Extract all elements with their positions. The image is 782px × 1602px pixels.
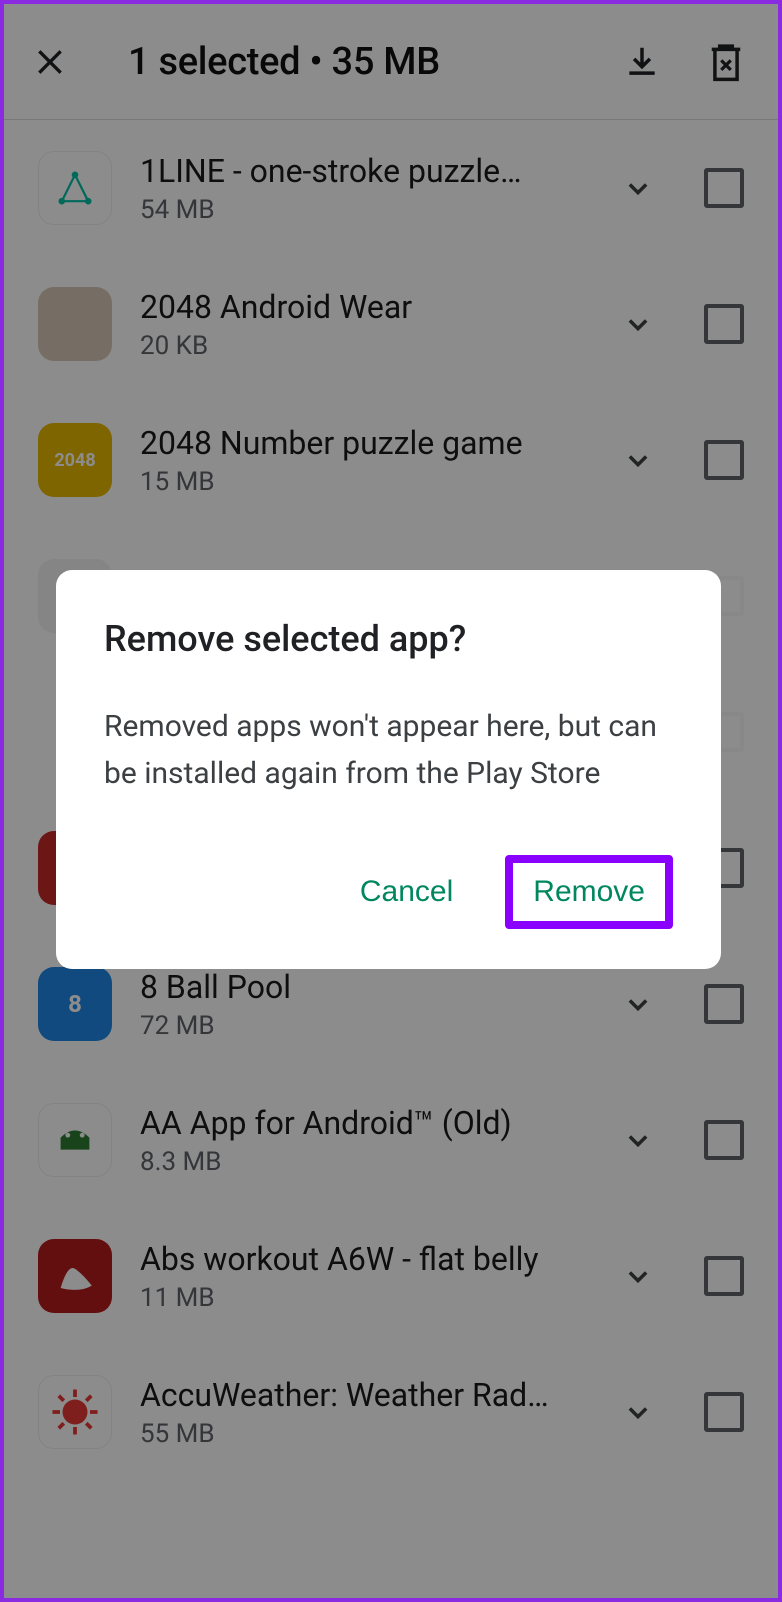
- close-icon: [34, 46, 66, 78]
- trash-remove-icon: [707, 41, 745, 83]
- app-size: 8.3 MB: [140, 1147, 588, 1177]
- download-icon: [623, 43, 661, 81]
- highlight-annotation: Remove: [505, 855, 673, 929]
- app-size: 15 MB: [140, 467, 588, 497]
- app-size: 54 MB: [140, 195, 588, 225]
- app-name: 8 Ball Pool: [140, 968, 588, 1006]
- dialog-title: Remove selected app?: [104, 618, 673, 660]
- list-item[interactable]: 1LINE - one-stroke puzzle… 54 MB: [28, 120, 754, 256]
- expand-toggle[interactable]: [616, 1254, 660, 1298]
- expand-toggle[interactable]: [616, 1118, 660, 1162]
- app-size: 20 KB: [140, 331, 588, 361]
- selection-title: 1 selected • 35 MB: [128, 40, 440, 84]
- chevron-down-icon: [624, 446, 652, 474]
- close-button[interactable]: [32, 44, 68, 80]
- app-icon: [38, 151, 112, 225]
- select-checkbox[interactable]: [704, 1256, 744, 1296]
- expand-toggle[interactable]: [616, 302, 660, 346]
- app-icon: [38, 1239, 112, 1313]
- expand-toggle[interactable]: [616, 1390, 660, 1434]
- app-name: AA App for Android™ (Old): [140, 1104, 588, 1142]
- dialog-message: Removed apps won't appear here, but can …: [104, 704, 673, 797]
- list-item[interactable]: 2048 2048 Number puzzle game 15 MB: [28, 392, 754, 528]
- app-size: 72 MB: [140, 1011, 588, 1041]
- sun-icon: [50, 1387, 100, 1437]
- app-icon: 2048: [38, 423, 112, 497]
- expand-toggle[interactable]: [616, 438, 660, 482]
- select-checkbox[interactable]: [704, 1120, 744, 1160]
- list-item[interactable]: Abs workout A6W - flat belly 11 MB: [28, 1208, 754, 1344]
- confirm-dialog: Remove selected app? Removed apps won't …: [56, 570, 721, 969]
- app-icon: [38, 1375, 112, 1449]
- app-name: 2048 Android Wear: [140, 288, 588, 326]
- chevron-down-icon: [624, 1126, 652, 1154]
- chevron-down-icon: [624, 1398, 652, 1426]
- cancel-button[interactable]: Cancel: [338, 861, 475, 923]
- expand-toggle[interactable]: [616, 166, 660, 210]
- app-name: AccuWeather: Weather Rad…: [140, 1376, 588, 1414]
- topbar: 1 selected • 35 MB: [4, 4, 778, 120]
- expand-toggle[interactable]: [616, 982, 660, 1026]
- app-icon: 8: [38, 967, 112, 1041]
- app-icon: [38, 287, 112, 361]
- download-button[interactable]: [618, 38, 666, 86]
- list-item[interactable]: AccuWeather: Weather Rad… 55 MB: [28, 1344, 754, 1480]
- select-checkbox[interactable]: [704, 984, 744, 1024]
- list-item[interactable]: AA App for Android™ (Old) 8.3 MB: [28, 1072, 754, 1208]
- app-name: 2048 Number puzzle game: [140, 424, 588, 462]
- app-size: 11 MB: [140, 1283, 588, 1313]
- select-checkbox[interactable]: [704, 304, 744, 344]
- delete-button[interactable]: [702, 38, 750, 86]
- app-name: 1LINE - one-stroke puzzle…: [140, 152, 588, 190]
- list-item[interactable]: 2048 Android Wear 20 KB: [28, 256, 754, 392]
- remove-button[interactable]: Remove: [533, 875, 645, 909]
- chevron-down-icon: [624, 1262, 652, 1290]
- select-checkbox[interactable]: [704, 168, 744, 208]
- app-name: Abs workout A6W - flat belly: [140, 1240, 588, 1278]
- app-size: 55 MB: [140, 1419, 588, 1449]
- select-checkbox[interactable]: [704, 440, 744, 480]
- app-icon: [38, 1103, 112, 1177]
- chevron-down-icon: [624, 174, 652, 202]
- chevron-down-icon: [624, 990, 652, 1018]
- select-checkbox[interactable]: [704, 1392, 744, 1432]
- chevron-down-icon: [624, 310, 652, 338]
